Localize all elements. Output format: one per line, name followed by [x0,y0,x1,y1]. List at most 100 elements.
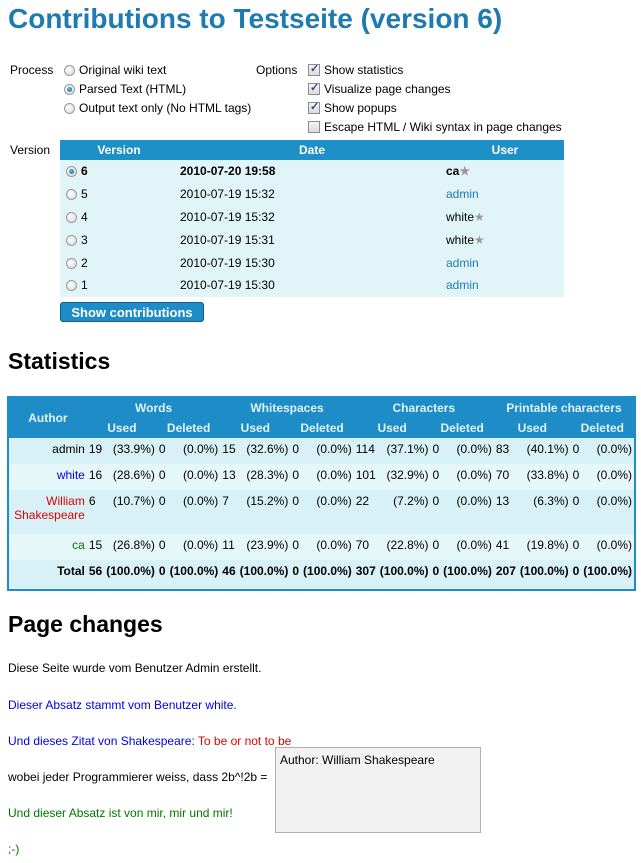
user-cell: admin [446,274,564,297]
option-item[interactable]: Visualize page changes [308,80,451,98]
process-option-label: Original wiki text [79,63,167,77]
version-row[interactable]: 2 2010-07-19 15:30 admin [60,251,564,274]
stat-value: 0 [156,438,168,464]
version-row[interactable]: 6 2010-07-20 19:58 ca★ [60,160,564,183]
stat-value: (0.0%) [581,464,634,490]
statistics-row: William Shakespeare 6 (10.7%) 0 (0.0%) 7 (15.2… [9,490,634,534]
user-name[interactable]: admin [446,187,479,201]
statistics-row: admin 19 (33.9%) 0 (0.0%) 15 (32.6%) 0 (0.0%) 114… [9,438,634,464]
version-number: 3 [81,232,88,247]
change-paragraph: Diese Seite wurde vom Benutzer Admin ers… [8,661,261,675]
stat-value: 0 [430,560,442,586]
option-label: Escape HTML / Wiki syntax in page change… [324,120,562,134]
checkbox[interactable] [308,62,320,76]
stat-value: (100.0%) [167,560,221,586]
radio-button[interactable] [64,83,75,95]
version-number: 1 [81,278,88,293]
author-cell: ca [9,534,87,560]
checkbox[interactable] [308,81,320,95]
statistics-table-container: Author Words Whitespaces Characters Printab… [7,396,636,591]
process-option-label: Parsed Text (HTML) [79,82,187,96]
version-radio[interactable] [66,189,77,201]
version-radio[interactable] [66,166,77,178]
version-cell: 5 [60,183,178,206]
radio-button[interactable] [64,102,75,114]
stat-value: 70 [353,534,378,560]
stat-value: (0.0%) [167,534,221,560]
author-column-header: Author [9,398,87,438]
radio-button[interactable] [64,64,75,76]
stat-value: (0.0%) [301,438,354,464]
stat-value: 15 [220,438,238,464]
date-cell: 2010-07-20 19:58 [178,160,446,183]
date-cell: 2010-07-19 15:31 [178,228,446,251]
author-cell: William Shakespeare [9,490,87,534]
version-column-header: Version [60,140,178,160]
user-name: ca [446,164,460,179]
change-paragraph: Dieser Absatz stammt vom Benutzer white. [8,698,237,712]
process-option[interactable]: Original wiki text [64,61,166,79]
version-row[interactable]: 1 2010-07-19 15:30 admin [60,274,564,297]
checkbox[interactable] [308,100,320,114]
option-item[interactable]: Show statistics [308,61,403,79]
stat-value: 13 [220,464,238,490]
version-cell: 2 [60,251,178,274]
user-column-header: User [446,140,564,160]
stat-value: (0.0%) [581,534,634,560]
statistics-table: Author Words Whitespaces Characters Printab… [9,398,634,586]
stat-value: 15 [86,534,105,560]
show-contributions-button[interactable]: Show contributions [60,302,204,322]
stat-value: 0 [156,490,168,534]
process-option[interactable]: Output text only (No HTML tags) [64,99,251,117]
version-row[interactable]: 4 2010-07-19 15:32 white★ [60,206,564,229]
change-text: ;-) [8,842,20,856]
user-name[interactable]: admin [446,256,479,270]
version-radio[interactable] [66,280,77,292]
stat-value: 207 [493,560,518,586]
stat-value: (100.0%) [517,560,571,586]
stat-value: 0 [430,438,442,464]
stat-value: 0 [156,560,168,586]
stat-sub-header: Used [220,418,291,438]
user-name[interactable]: admin [446,278,479,292]
version-radio[interactable] [66,257,77,269]
user-name: white [446,232,475,247]
stat-value: (100.0%) [104,560,157,586]
stat-value: (0.0%) [301,464,354,490]
process-option[interactable]: Parsed Text (HTML) [64,80,186,98]
stat-value: 0 [430,490,442,534]
process-label: Process [10,63,54,77]
version-cell: 6 [60,160,178,183]
stat-group-header: Words [86,398,221,418]
change-paragraph: ;-) [8,842,19,856]
change-paragraph: wobei jeder Programmierer weiss, dass 2b… [8,770,267,784]
statistics-row: Total 56 (100.0%) 0 (100.0%) 46 (100.0%) 0 (100.… [9,560,634,586]
option-item[interactable]: Escape HTML / Wiki syntax in page change… [308,118,562,136]
version-row[interactable]: 5 2010-07-19 15:32 admin [60,183,564,206]
version-radio[interactable] [66,234,77,246]
version-radio[interactable] [66,211,77,223]
checkbox[interactable] [308,121,320,133]
version-number: 2 [81,255,88,270]
options-label: Options [256,63,298,77]
version-cell: 3 [60,228,178,251]
stat-value: 0 [290,490,302,534]
stat-value: 0 [156,534,168,560]
stat-value: 56 [86,560,105,586]
version-table: Version Date User 6 2010-07-20 19:58 ca★ 5 2… [60,140,564,297]
statistics-row: white 16 (28.6%) 0 (0.0%) 13 (28.3%) 0 (0.0%) 101… [9,464,634,490]
stat-value: (0.0%) [301,534,354,560]
stat-value: (10.7%) [104,490,157,534]
stat-sub-header: Deleted [290,418,354,438]
stat-value: (32.9%) [377,464,431,490]
version-number: 4 [81,209,88,224]
user-cell: white★ [446,206,564,229]
stat-value: (0.0%) [167,464,221,490]
stat-value: (22.8%) [377,534,431,560]
stat-value: (0.0%) [167,438,221,464]
stat-value: 41 [493,534,518,560]
stat-value: (26.8%) [104,534,157,560]
version-row[interactable]: 3 2010-07-19 15:31 white★ [60,228,564,251]
option-item[interactable]: Show popups [308,99,397,117]
version-date: 2010-07-19 15:32 [180,209,275,224]
